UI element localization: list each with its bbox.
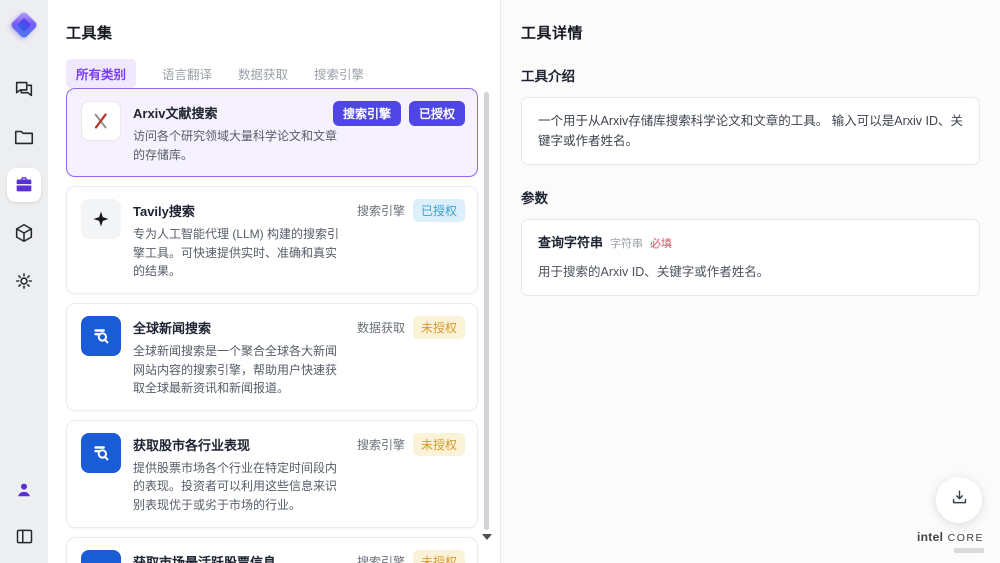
parameter-box: 查询字符串 字符串 必填 用于搜索的Arxiv ID、关键字或作者姓名。 [521,219,980,296]
category-badge: 搜索引擎 [356,437,405,452]
download-icon [950,488,969,512]
tab-search-engine[interactable]: 搜索引擎 [314,64,364,83]
core-logo-text: CORE [947,532,984,544]
arxiv-logo-icon [81,101,121,141]
auth-status-badge: 未授权 [412,549,465,563]
tool-card-tavily[interactable]: Tavily搜索 专为人工智能代理 (LLM) 构建的搜索引擎工具。可快速提供实… [66,186,478,294]
tool-card-sector-performance[interactable]: 获取股市各行业表现 提供股票市场各个行业在特定时间段内的表现。投资者可以利用这些… [66,419,478,528]
required-badge: 必填 [650,238,673,250]
tool-name: 获取市场最活跃股票信息 [133,554,277,563]
folder-icon [13,126,35,148]
settings-gear-icon [13,270,35,292]
scroll-down-arrow[interactable] [482,534,492,540]
category-badge: 搜索引擎 [356,554,405,563]
tool-name: Arxiv文献搜索 [133,106,218,121]
parameter-description: 用于搜索的Arxiv ID、关键字或作者姓名。 [538,264,770,279]
auth-status-badge: 未授权 [412,315,465,339]
chat-icon [13,78,35,100]
params-heading: 参数 [521,191,548,206]
rail-bottom [7,473,41,553]
category-badge: 搜索引擎 [356,204,405,219]
sidebar-item-packages[interactable] [7,216,41,250]
tool-card-global-news[interactable]: 全球新闻搜索 全球新闻搜索是一个聚合全球各大新闻网站内容的搜索引擎，帮助用户快速… [66,302,478,411]
parameter-name: 查询字符串 [538,235,604,250]
tool-card-list: Arxiv文献搜索 访问各个研究领域大量科学论文和文章的存储库。 搜索引擎 已授… [66,88,478,563]
tool-description: 访问各个研究领域大量科学论文和文章的存储库。 [133,129,338,162]
sidebar-item-files[interactable] [7,120,41,154]
rail-nav [7,72,41,298]
intro-box: 一个用于从Arxiv存储库搜索科学论文和文章的工具。 输入可以是Arxiv ID… [521,97,980,165]
sparkle-icon [81,199,121,240]
app-window: 工具集 所有类别 语言翻译 数据获取 搜索引擎 Arxiv文献搜索 访问各个研究… [0,0,1000,563]
tool-description: 全球新闻搜索是一个聚合全球各大新闻网站内容的搜索引擎，帮助用户快速获取全球最新资… [133,343,338,396]
download-button[interactable] [936,477,982,523]
intel-logo-text: intel [917,530,944,544]
tool-description: 提供股票市场各个行业在特定时间段内的表现。投资者可以利用这些信息来识别表现优于或… [133,460,338,512]
cube-icon [13,222,35,244]
category-badge: 数据获取 [356,320,405,335]
tool-list-panel: 工具集 所有类别 语言翻译 数据获取 搜索引擎 Arxiv文献搜索 访问各个研究… [48,0,500,563]
intro-heading: 工具介绍 [521,69,575,84]
auth-status-badge: 未授权 [412,432,465,456]
page-title: 工具集 [66,25,113,42]
tool-card-arxiv[interactable]: Arxiv文献搜索 访问各个研究领域大量科学论文和文章的存储库。 搜索引擎 已授… [66,88,478,178]
tool-card-active-stocks[interactable]: 获取市场最活跃股票信息 提供当天交易量最高的股票列表。投资者可以利用这些信息来识… [66,536,478,563]
tool-detail-panel: 工具详情 工具介绍 一个用于从Arxiv存储库搜索科学论文和文章的工具。 输入可… [500,0,1000,563]
parameter-type: 字符串 [610,238,644,250]
tool-description: 专为人工智能代理 (LLM) 构建的搜索引擎工具。可快速提供实时、准确和真实的结… [133,227,340,279]
layout-panel-icon [14,526,35,547]
sidebar-item-chat[interactable] [7,72,41,106]
intel-core-logo: intel CORE [917,528,984,553]
sidebar-item-collapse[interactable] [7,519,41,553]
auth-status-badge: 已授权 [412,199,465,223]
tab-all-categories[interactable]: 所有类别 [66,59,137,88]
left-rail [0,0,48,563]
category-badge[interactable]: 搜索引擎 [332,101,401,126]
news-search-icon [81,549,121,563]
tab-language-translation[interactable]: 语言翻译 [162,64,212,83]
app-logo[interactable] [7,10,41,44]
toolbox-icon [13,174,35,196]
user-icon [14,480,34,500]
sidebar-item-settings[interactable] [7,264,41,298]
detail-title: 工具详情 [521,25,584,42]
news-search-icon [81,315,121,356]
auth-status-badge[interactable]: 已授权 [408,101,465,126]
tab-data-fetching[interactable]: 数据获取 [238,64,288,83]
list-scrollbar[interactable] [484,92,489,530]
sidebar-item-tools[interactable] [7,168,41,202]
sidebar-item-account[interactable] [7,473,41,507]
news-search-icon [81,432,121,473]
logo-sub-bar [954,548,984,553]
tool-name: Tavily搜索 [133,204,195,220]
tool-name: 全球新闻搜索 [133,320,212,336]
tool-name: 获取股市各行业表现 [133,437,251,453]
